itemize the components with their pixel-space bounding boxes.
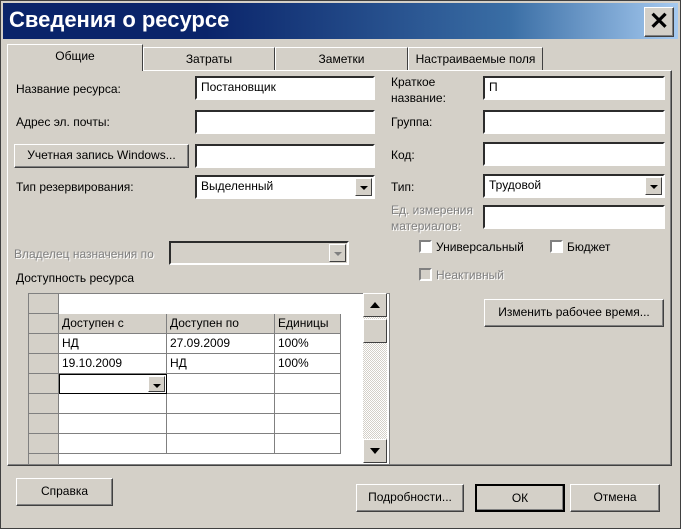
email-label: Адрес эл. почты: (16, 115, 110, 129)
resource-name-field[interactable]: Постановщик (195, 76, 375, 100)
short-name-field[interactable]: П (483, 76, 665, 100)
close-button[interactable]: ✕ (644, 7, 674, 37)
table-cell[interactable] (167, 414, 275, 434)
table-cell[interactable] (59, 414, 167, 434)
table-cell[interactable]: 100% (275, 334, 341, 354)
tab-general-label: Общие (55, 49, 95, 63)
short-name-label-line2: название: (391, 91, 446, 105)
short-name-label-line1: Краткое (391, 75, 436, 89)
close-icon: ✕ (648, 8, 670, 35)
booking-type-select[interactable]: Выделенный (195, 175, 375, 199)
resource-name-label: Название ресурса: (16, 82, 121, 96)
column-header-available-to[interactable]: Доступен по (167, 314, 275, 334)
row-header (29, 314, 59, 334)
column-header-units[interactable]: Единицы (275, 314, 341, 334)
availability-label: Доступность ресурса (16, 271, 135, 285)
row-header[interactable] (29, 334, 59, 354)
budget-checkbox[interactable] (550, 240, 563, 253)
table-cell[interactable]: НД (59, 334, 167, 354)
inactive-checkbox-label: Неактивный (436, 268, 504, 282)
tab-custom-fields-label: Настраиваемые поля (415, 52, 536, 66)
tab-general[interactable]: Общие (7, 44, 143, 71)
group-label: Группа: (391, 115, 433, 129)
row-header[interactable] (29, 454, 59, 464)
cancel-button[interactable]: Отмена (570, 484, 660, 512)
type-label: Тип: (391, 180, 415, 194)
assignment-owner-select (169, 241, 349, 265)
windows-account-button[interactable]: Учетная запись Windows... (14, 144, 189, 168)
table-cell[interactable]: 27.09.2009 (167, 334, 275, 354)
tab-notes-label: Заметки (318, 52, 365, 66)
change-working-time-button[interactable]: Изменить рабочее время... (484, 299, 664, 327)
dialog-title: Сведения о ресурсе (9, 7, 230, 32)
chevron-down-icon[interactable] (355, 178, 372, 196)
table-cell[interactable] (59, 434, 167, 454)
tab-custom-fields[interactable]: Настраиваемые поля (408, 47, 543, 70)
scroll-down-icon[interactable] (363, 439, 387, 463)
booking-type-value: Выделенный (201, 179, 274, 193)
table-cell[interactable] (275, 414, 341, 434)
scroll-thumb[interactable] (363, 319, 387, 343)
active-cell-dropdown[interactable] (59, 374, 167, 394)
details-button[interactable]: Подробности... (356, 484, 464, 512)
tab-costs[interactable]: Затраты (143, 47, 275, 70)
chevron-down-icon[interactable] (645, 177, 662, 195)
title-bar[interactable]: Сведения о ресурсе ✕ (3, 3, 678, 39)
table-cell[interactable]: 100% (275, 354, 341, 374)
code-field[interactable] (483, 142, 665, 166)
type-select[interactable]: Трудовой (483, 174, 665, 198)
group-field[interactable] (483, 110, 665, 134)
table-vertical-scrollbar[interactable] (363, 293, 387, 463)
chevron-down-icon[interactable] (148, 376, 165, 392)
tab-notes[interactable]: Заметки (275, 47, 408, 70)
table-corner (29, 294, 59, 314)
table-cell[interactable] (275, 374, 341, 394)
code-label: Код: (391, 148, 415, 162)
row-header[interactable] (29, 434, 59, 454)
availability-table[interactable]: Доступен с Доступен по Единицы НД 27.09.… (28, 293, 390, 465)
table-cell[interactable]: НД (167, 354, 275, 374)
table-cell[interactable] (59, 394, 167, 414)
assignment-owner-label: Владелец назначения по (14, 247, 154, 261)
table-cell[interactable] (275, 434, 341, 454)
material-unit-field[interactable] (483, 205, 665, 229)
email-field[interactable] (195, 110, 375, 134)
table-cell[interactable] (167, 394, 275, 414)
table-cell[interactable] (167, 374, 275, 394)
resource-info-dialog: Сведения о ресурсе ✕ Общие Затраты Замет… (0, 0, 681, 529)
column-header-available-from[interactable]: Доступен с (59, 314, 167, 334)
type-value: Трудовой (489, 178, 542, 192)
tab-costs-label: Затраты (185, 52, 233, 66)
table-cell[interactable] (275, 394, 341, 414)
windows-account-field[interactable] (195, 144, 375, 168)
scroll-up-icon[interactable] (363, 293, 387, 317)
help-button[interactable]: Справка (16, 478, 113, 506)
row-header[interactable] (29, 374, 59, 394)
generic-checkbox[interactable] (419, 240, 432, 253)
row-header[interactable] (29, 354, 59, 374)
chevron-down-icon (329, 244, 346, 262)
material-unit-label-line2: материалов: (391, 219, 462, 233)
material-unit-label-line1: Ед. измерения (391, 203, 473, 217)
table-cell[interactable]: 19.10.2009 (59, 354, 167, 374)
budget-checkbox-label: Бюджет (567, 240, 611, 254)
generic-checkbox-label: Универсальный (436, 240, 524, 254)
row-header[interactable] (29, 394, 59, 414)
table-cell[interactable] (167, 434, 275, 454)
row-header[interactable] (29, 414, 59, 434)
booking-type-label: Тип резервирования: (16, 180, 134, 194)
ok-button[interactable]: ОК (475, 484, 565, 512)
inactive-checkbox (419, 268, 432, 281)
